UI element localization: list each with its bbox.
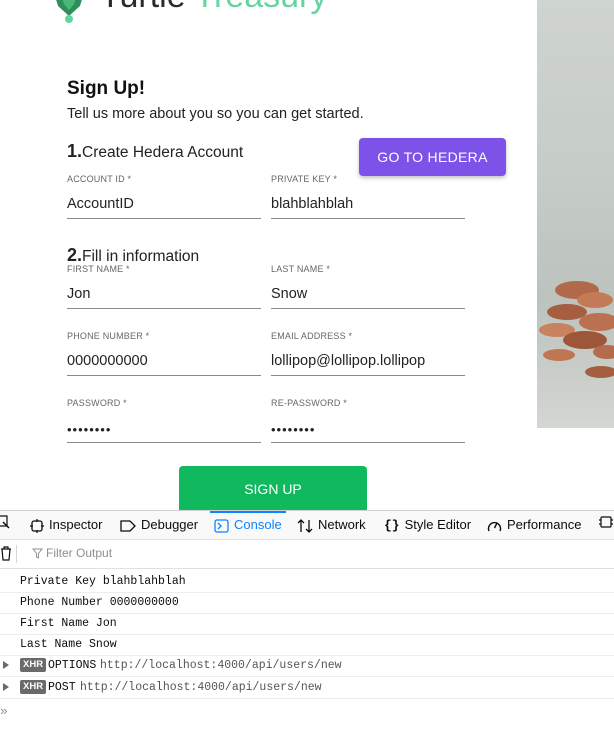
field-value[interactable]: •••••••• bbox=[67, 422, 111, 437]
field-label: RE-PASSWORD * bbox=[271, 398, 347, 408]
divider bbox=[16, 545, 17, 563]
network-request-row[interactable]: XHR POST http://localhost:4000/api/users… bbox=[0, 677, 614, 699]
tab-inspector[interactable]: Inspector bbox=[30, 511, 102, 539]
go-to-hedera-button[interactable]: GO TO HEDERA bbox=[359, 138, 506, 176]
page-title: Sign Up! bbox=[67, 78, 146, 99]
request-method: OPTIONS bbox=[48, 659, 97, 672]
network-icon bbox=[297, 518, 313, 533]
sign-up-button[interactable]: SIGN UP bbox=[179, 466, 367, 510]
field-value[interactable]: AccountID bbox=[67, 196, 134, 212]
filter-output-input[interactable]: Filter Output bbox=[46, 546, 112, 560]
tab-label: Debugger bbox=[141, 517, 199, 532]
field-label: FIRST NAME * bbox=[67, 264, 130, 274]
inspector-icon bbox=[30, 518, 44, 533]
tab-label: Console bbox=[234, 517, 282, 532]
debugger-icon bbox=[120, 519, 136, 532]
brand-name-part1: Turtle bbox=[100, 0, 186, 15]
console-icon bbox=[214, 518, 229, 533]
tab-debugger[interactable]: Debugger bbox=[120, 511, 198, 539]
re-password-field[interactable]: RE-PASSWORD * •••••••• bbox=[271, 398, 465, 443]
performance-icon bbox=[487, 521, 502, 532]
field-value[interactable]: •••••••• bbox=[271, 422, 315, 437]
console-input-prompt[interactable]: » bbox=[0, 704, 8, 719]
field-value[interactable]: blahblahblah bbox=[271, 196, 353, 212]
last-name-field[interactable]: LAST NAME * Snow bbox=[271, 264, 465, 309]
field-value[interactable]: Jon bbox=[67, 286, 90, 302]
log-text: Phone Number 0000000000 bbox=[20, 596, 179, 609]
first-name-field[interactable]: FIRST NAME * Jon bbox=[67, 264, 261, 309]
console-log-row: First Name Jon bbox=[0, 613, 614, 635]
brand-name-part2: Treasury bbox=[195, 0, 328, 15]
field-label: PHONE NUMBER * bbox=[67, 331, 150, 341]
page-subtitle: Tell us more about you so you can get st… bbox=[67, 106, 364, 122]
section-create-account: 1.Create Hedera Account bbox=[67, 141, 243, 162]
coins-image bbox=[539, 281, 614, 378]
log-text: Private Key blahblahblah bbox=[20, 575, 186, 588]
section-label: Fill in information bbox=[82, 248, 200, 265]
memory-icon[interactable] bbox=[598, 511, 614, 539]
xhr-badge: XHR bbox=[20, 680, 47, 694]
field-value[interactable]: Snow bbox=[271, 286, 307, 302]
console-log-row: Phone Number 0000000000 bbox=[0, 592, 614, 614]
console-log-row: Last Name Snow bbox=[0, 634, 614, 656]
expand-arrow-icon[interactable] bbox=[3, 661, 9, 669]
section-number: 2. bbox=[67, 245, 83, 265]
request-method: POST bbox=[48, 681, 76, 694]
tab-label: Network bbox=[318, 517, 366, 532]
expand-arrow-icon[interactable] bbox=[3, 683, 9, 691]
signup-page: Turtle Treasury Sign Up! Tell us more ab… bbox=[0, 0, 614, 510]
field-label: PASSWORD * bbox=[67, 398, 127, 408]
tab-network[interactable]: Network bbox=[297, 511, 366, 539]
field-label: PRIVATE KEY * bbox=[271, 174, 338, 184]
devtools-panel: Inspector Debugger Console Network {} Sty… bbox=[0, 510, 614, 737]
tab-console[interactable]: Console bbox=[210, 511, 286, 539]
field-label: LAST NAME * bbox=[271, 264, 331, 274]
field-value[interactable]: lollipop@lollipop.lollipop bbox=[271, 353, 425, 369]
section-number: 1. bbox=[67, 141, 83, 161]
email-address-field[interactable]: EMAIL ADDRESS * lollipop@lollipop.lollip… bbox=[271, 331, 465, 376]
log-text: First Name Jon bbox=[20, 617, 117, 630]
tab-label: Inspector bbox=[49, 517, 103, 532]
tab-label: Performance bbox=[507, 517, 582, 532]
password-field[interactable]: PASSWORD * •••••••• bbox=[67, 398, 261, 443]
section-label: Create Hedera Account bbox=[82, 144, 244, 161]
console-log-row: Private Key blahblahblah bbox=[0, 571, 614, 593]
devtools-toolbar: Inspector Debugger Console Network {} Sty… bbox=[0, 511, 614, 540]
private-key-field[interactable]: PRIVATE KEY * blahblahblah bbox=[271, 174, 465, 219]
hero-image bbox=[537, 0, 614, 428]
field-value[interactable]: 0000000000 bbox=[67, 353, 148, 369]
xhr-badge: XHR bbox=[20, 658, 47, 672]
account-id-field[interactable]: ACCOUNT ID * AccountID bbox=[67, 174, 261, 219]
field-label: EMAIL ADDRESS * bbox=[271, 331, 353, 341]
network-request-row[interactable]: XHR OPTIONS http://localhost:4000/api/us… bbox=[0, 655, 614, 677]
request-url[interactable]: http://localhost:4000/api/users/new bbox=[80, 681, 322, 694]
field-label: ACCOUNT ID * bbox=[67, 174, 132, 184]
trash-icon[interactable] bbox=[0, 546, 12, 561]
brand-name: Turtle Treasury bbox=[100, 0, 327, 16]
console-filter-bar: Filter Output bbox=[0, 540, 614, 569]
section-fill-info: 2.Fill in information bbox=[67, 245, 199, 266]
filter-icon bbox=[32, 548, 43, 559]
turtle-icon bbox=[56, 0, 82, 23]
phone-number-field[interactable]: PHONE NUMBER * 0000000000 bbox=[67, 331, 261, 376]
request-url[interactable]: http://localhost:4000/api/users/new bbox=[100, 659, 342, 672]
element-picker-icon[interactable] bbox=[0, 511, 10, 539]
log-text: Last Name Snow bbox=[20, 638, 117, 651]
tab-performance[interactable]: Performance bbox=[487, 511, 581, 539]
tab-label: Style Editor bbox=[404, 517, 472, 532]
tab-style-editor[interactable]: {} Style Editor bbox=[384, 511, 471, 539]
style-editor-icon: {} bbox=[384, 517, 400, 533]
